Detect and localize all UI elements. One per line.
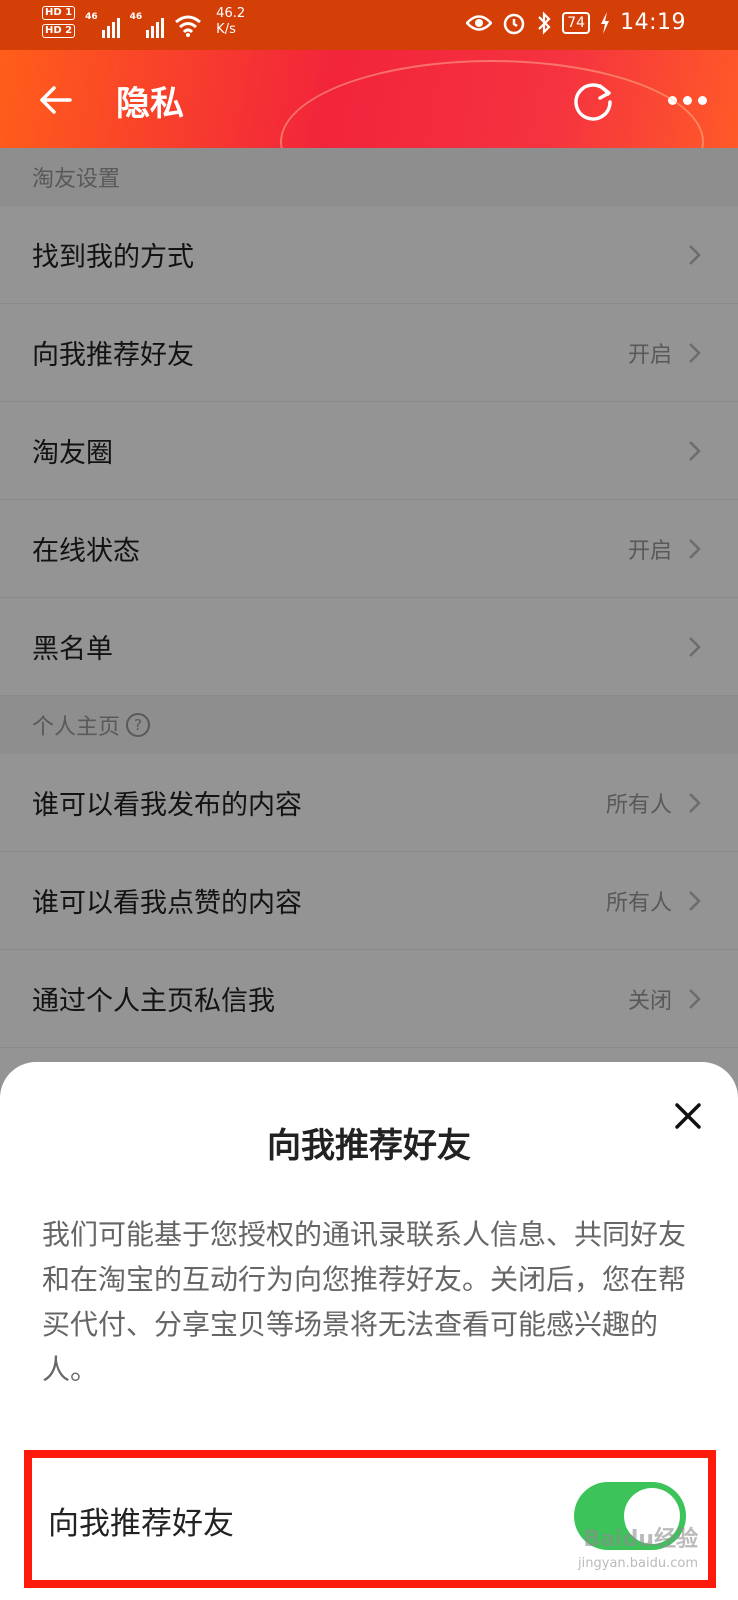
status-bar: HD 1 HD 2 46 46 46.2 K/s 74 14:19	[0, 0, 738, 50]
eye-icon	[466, 14, 493, 31]
speed-unit: K/s	[216, 22, 236, 37]
signal-icon-1: 46	[85, 12, 120, 38]
speed-value: 46.2	[216, 6, 246, 21]
bluetooth-icon	[538, 10, 551, 35]
clock: 14:19	[620, 10, 686, 35]
toggle-label: 向我推荐好友	[48, 1506, 234, 1542]
status-left: HD 1 HD 2 46 46 46.2 K/s	[42, 6, 245, 38]
charging-icon	[601, 11, 610, 34]
signal-icon-2: 46	[130, 12, 165, 38]
battery-indicator: 74	[562, 11, 591, 34]
network-speed: 46.2 K/s	[216, 6, 245, 38]
hd-badge-2: HD 2	[42, 24, 76, 38]
network-type-1: 46	[85, 12, 98, 22]
sheet-title: 向我推荐好友	[267, 1126, 471, 1166]
page-title: 隐私	[116, 84, 184, 124]
refresh-icon[interactable]	[570, 78, 616, 124]
watermark-logo: Baidu经验 jingyan.baidu.com	[578, 1528, 698, 1576]
status-right: 74 14:19	[466, 10, 686, 35]
alarm-icon	[504, 13, 525, 34]
watermark-brand: Baidu经验	[583, 1527, 698, 1552]
app-header: 隐私	[0, 50, 738, 148]
hd-badge-1: HD 1	[42, 6, 76, 20]
bottom-sheet: 向我推荐好友 我们可能基于您授权的通讯录联系人信息、共同好友和在淘宝的互动行为向…	[0, 1062, 738, 1600]
hd-indicators: HD 1 HD 2	[42, 6, 76, 38]
sheet-description: 我们可能基于您授权的通讯录联系人信息、共同好友和在淘宝的互动行为向您推荐好友。关…	[42, 1218, 687, 1386]
network-type-2: 46	[129, 12, 143, 22]
more-options-icon[interactable]	[668, 80, 714, 120]
back-arrow-icon[interactable]	[36, 80, 76, 120]
wifi-icon	[175, 15, 202, 37]
watermark-url: jingyan.baidu.com	[578, 1556, 698, 1571]
